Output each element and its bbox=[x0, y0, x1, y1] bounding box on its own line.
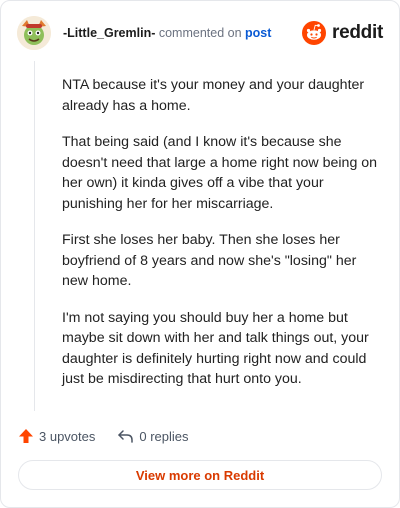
reddit-snoo-icon bbox=[302, 21, 327, 45]
upvote-button[interactable]: 3 upvotes bbox=[18, 428, 95, 444]
user-avatar[interactable] bbox=[17, 16, 51, 50]
thread-line bbox=[34, 61, 35, 411]
upvote-count: 3 upvotes bbox=[39, 428, 96, 444]
view-more-button[interactable]: View more on Reddit bbox=[18, 460, 382, 490]
reply-button[interactable]: 0 replies bbox=[117, 428, 189, 444]
reply-count: 0 replies bbox=[139, 428, 189, 444]
comment-actions: 3 upvotes 0 replies bbox=[18, 426, 211, 446]
comment-paragraph: NTA because it's your money and your dau… bbox=[62, 77, 365, 114]
reply-arrow-icon bbox=[118, 430, 134, 443]
reddit-wordmark: reddit bbox=[332, 22, 383, 43]
comment-paragraph: I'm not saying you should buy her a home… bbox=[62, 309, 369, 388]
comment-paragraph: First she loses her baby. Then she loses… bbox=[62, 232, 357, 289]
comment-body: NTA because it's your money and your dau… bbox=[62, 75, 380, 406]
embedded-comment-card: -Little_Gremlin- commented on post reddi… bbox=[0, 0, 400, 508]
upvote-arrow-icon bbox=[19, 429, 33, 443]
comment-paragraph: That being said (and I know it's because… bbox=[62, 134, 378, 212]
username[interactable]: -Little_Gremlin- bbox=[63, 26, 155, 40]
comment-meta: -Little_Gremlin- commented on post bbox=[63, 26, 271, 40]
commented-on-text: commented on bbox=[158, 26, 242, 40]
reddit-logo[interactable]: reddit bbox=[302, 19, 383, 47]
gremlin-avatar-icon bbox=[17, 16, 51, 50]
post-link[interactable]: post bbox=[245, 26, 271, 40]
comment-header: -Little_Gremlin- commented on post reddi… bbox=[17, 16, 383, 52]
